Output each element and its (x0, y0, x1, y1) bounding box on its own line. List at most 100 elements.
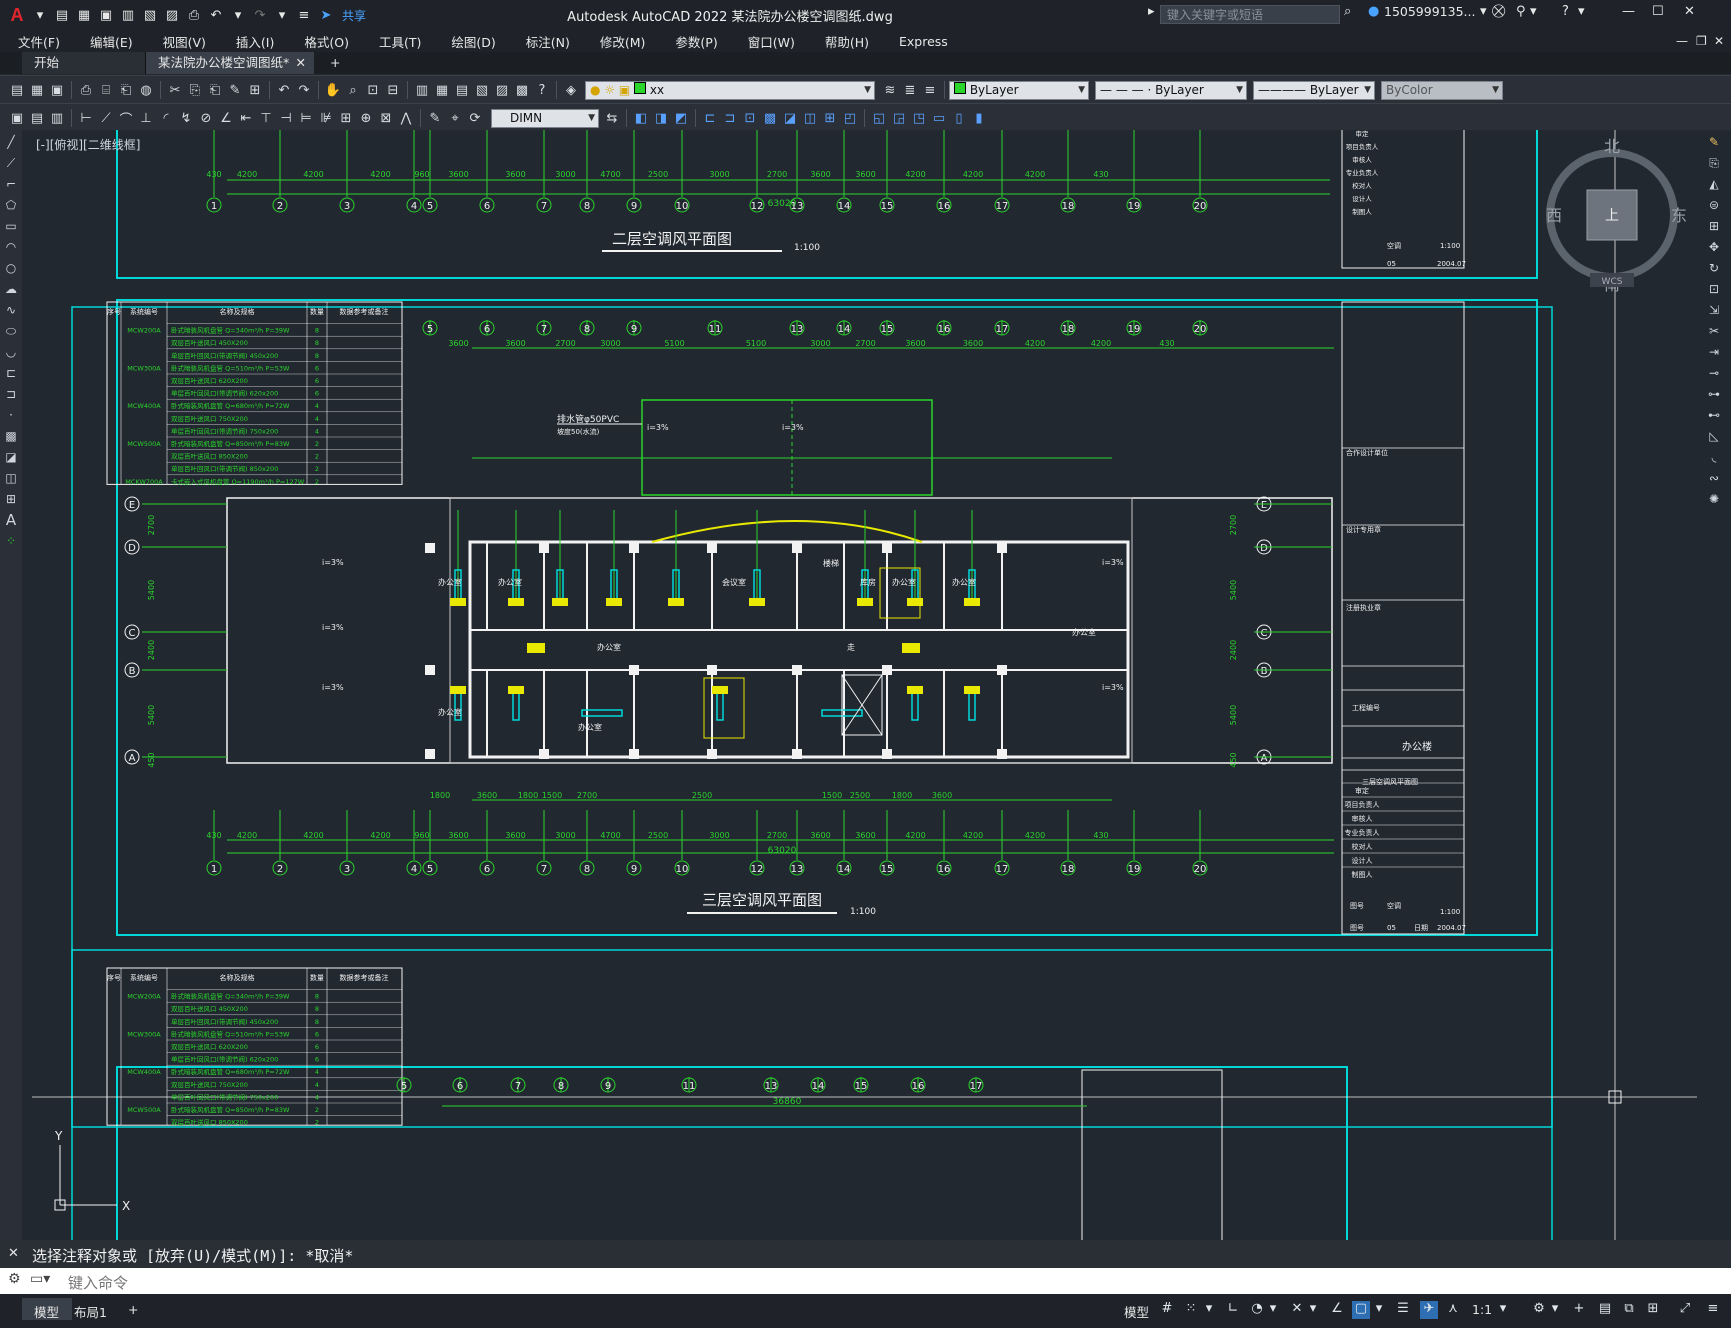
isolate-objects-icon[interactable]: ▤ (1596, 1301, 1614, 1319)
isodraft-dropdown-icon[interactable]: ▾ (1304, 1301, 1322, 1319)
ellipse-icon[interactable]: ⬭ (2, 322, 20, 340)
extend-icon[interactable]: ⇥ (1705, 343, 1723, 361)
maximize-icon[interactable]: ☐ (1652, 4, 1664, 19)
pan-icon[interactable]: ✋ (324, 81, 342, 99)
undo-icon[interactable]: ↶ (275, 81, 293, 99)
ucs-icon[interactable]: ◧ (632, 109, 650, 127)
viewport-controls[interactable]: [-][俯视][二维线框] (36, 136, 140, 153)
redo-dropdown-icon[interactable]: ▾ (272, 5, 292, 25)
new-tab-button[interactable]: + (318, 52, 348, 74)
drawing-canvas[interactable]: 63020 1 2 3 4 5 6 7 8 9 10 12 13 14 15 16 17 18 19 20 430 4… (22, 130, 1697, 1240)
zoom-previous-icon[interactable]: ⊟ (384, 81, 402, 99)
gradient-icon[interactable]: ◪ (781, 109, 799, 127)
a360-icon[interactable]: ⚲ (1516, 4, 1526, 19)
hardware-accel-icon[interactable]: ⧉ (1620, 1301, 1638, 1319)
menu-window[interactable]: 窗口(W) (730, 32, 807, 51)
revcloud-icon[interactable]: ☁ (2, 280, 20, 298)
jogged-linear-icon[interactable]: ⋀ (397, 109, 415, 127)
open-file-icon[interactable]: ▦ (74, 5, 94, 25)
insert-block-icon[interactable]: ⊏ (701, 109, 719, 127)
array-icon[interactable]: ⊞ (1705, 217, 1723, 235)
color-dropdown[interactable]: ByLayer ▼ (949, 80, 1089, 100)
zoom-realtime-icon[interactable]: ⌕ (344, 81, 362, 99)
customize-status-icon[interactable]: ≡ (1704, 1301, 1722, 1319)
menu-view[interactable]: 视图(V) (145, 32, 218, 51)
properties-icon[interactable]: ▥ (413, 81, 431, 99)
diameter-dim-icon[interactable]: ⊘ (197, 109, 215, 127)
ellipse-arc-icon[interactable]: ◡ (2, 343, 20, 361)
rectangle-icon[interactable]: ▭ (2, 217, 20, 235)
zoom-window-icon[interactable]: ⊡ (364, 81, 382, 99)
compass-east[interactable]: 东 (1671, 206, 1687, 225)
calculator-icon[interactable]: ▩ (513, 81, 531, 99)
help-dropdown-icon[interactable]: ▾ (1578, 4, 1585, 19)
table-icon[interactable]: ⊞ (2, 490, 20, 508)
tab-model[interactable]: 模型 (22, 1298, 72, 1320)
menu-insert[interactable]: 插入(I) (218, 32, 286, 51)
xref-icon[interactable]: ◲ (890, 109, 908, 127)
autocad-logo-icon[interactable]: A (6, 5, 28, 26)
layer-properties-icon[interactable]: ◈ (562, 81, 580, 99)
erase-icon[interactable]: ✎ (1705, 133, 1723, 151)
plotstyle-dropdown[interactable]: ByColor ▼ (1381, 80, 1503, 100)
object-snap-icon[interactable]: ▢ (1352, 1301, 1370, 1319)
radius-dim-icon[interactable]: ◜ (157, 109, 175, 127)
explode-icon[interactable]: ✺ (1705, 490, 1723, 508)
menu-express[interactable]: Express (881, 34, 960, 49)
annotation-visibility-icon[interactable]: ⋏ (1444, 1301, 1462, 1319)
continue-dim-icon[interactable]: ⊣ (277, 109, 295, 127)
compass-north[interactable]: 北 (1604, 137, 1620, 156)
compass-west[interactable]: 西 (1546, 206, 1562, 225)
fillet-icon[interactable]: ◟ (1705, 448, 1723, 466)
clip-icon[interactable]: ▭ (930, 109, 948, 127)
layer-states-icon[interactable]: ≡ (921, 81, 939, 99)
close-command-icon[interactable]: ✕ (8, 1246, 19, 1261)
workspace-dropdown-icon[interactable]: ▾ (1546, 1301, 1564, 1319)
sheet-set-icon[interactable]: ▧ (473, 81, 491, 99)
design-center-icon[interactable]: ▦ (433, 81, 451, 99)
tab-drawing[interactable]: 某法院办公楼空调图纸* ✕ (146, 52, 314, 74)
dim-space-icon[interactable]: ⊨ (297, 109, 315, 127)
redo-icon[interactable]: ↷ (250, 5, 270, 25)
hatch-icon[interactable]: ▩ (2, 427, 20, 445)
blend-icon[interactable]: ∾ (1705, 469, 1723, 487)
lineweight-dropdown[interactable]: ———— ByLayer ▼ (1253, 80, 1375, 100)
command-prompt-icon[interactable]: ▭▾ (30, 1271, 50, 1287)
annotation-scale[interactable]: 1:1 (1472, 1302, 1492, 1317)
command-line[interactable]: ⚙ ▭▾ 键入命令 (0, 1268, 1731, 1294)
isolate-icon[interactable]: ◱ (870, 109, 888, 127)
insert-block-icon[interactable]: ⊏ (2, 364, 20, 382)
menu-draw[interactable]: 绘图(D) (433, 32, 507, 51)
plot-preview-icon[interactable]: ⌸ (97, 81, 115, 99)
refedit-icon[interactable]: ▮ (970, 109, 988, 127)
web-save-icon[interactable]: ▨ (162, 5, 182, 25)
plot-icon[interactable]: ⎙ (184, 5, 204, 25)
ucs-previous-icon[interactable]: ◩ (672, 109, 690, 127)
copy-icon[interactable]: ⎘ (186, 81, 204, 99)
redo-icon[interactable]: ↷ (295, 81, 313, 99)
attach-icon[interactable]: ◳ (910, 109, 928, 127)
publish-icon[interactable]: ⎗ (117, 81, 135, 99)
undo-icon[interactable]: ↶ (206, 5, 226, 25)
menu-tools[interactable]: 工具(T) (361, 32, 433, 51)
arc-length-icon[interactable]: ⌒ (117, 109, 135, 128)
mirror-icon[interactable]: ◭ (1705, 175, 1723, 193)
table-icon[interactable]: ⊞ (821, 109, 839, 127)
help-icon[interactable]: ? (533, 81, 551, 99)
open-icon[interactable]: ▦ (28, 81, 46, 99)
viewcube[interactable]: 上 北 南 东 西 WCS (1546, 137, 1687, 294)
menu-parametric[interactable]: 参数(P) (657, 32, 729, 51)
expand-search-arrow-icon[interactable]: ▸ (1148, 4, 1155, 19)
dim-break-icon[interactable]: ⊯ (317, 109, 335, 127)
menu-edit[interactable]: 编辑(E) (72, 32, 145, 51)
share-button[interactable]: 共享 (342, 7, 366, 24)
break-icon[interactable]: ⊶ (1705, 385, 1723, 403)
region-icon[interactable]: ◫ (801, 109, 819, 127)
move-icon[interactable]: ✥ (1705, 238, 1723, 256)
save-as-icon[interactable]: ▥ (118, 5, 138, 25)
tab-start[interactable]: 开始 (22, 52, 146, 74)
customize-qat-icon[interactable]: ≡ (294, 5, 314, 25)
ortho-icon[interactable]: ∟ (1224, 1301, 1242, 1319)
web-open-icon[interactable]: ▧ (140, 5, 160, 25)
layer-iso-icon[interactable]: ▤ (28, 109, 46, 127)
